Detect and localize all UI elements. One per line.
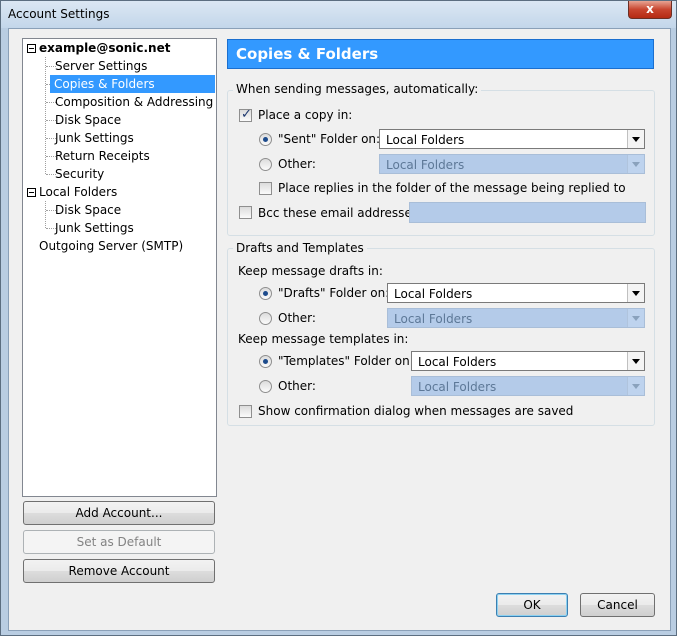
sent-folder-select[interactable]: Local Folders bbox=[379, 129, 645, 149]
remove-account-button[interactable]: Remove Account bbox=[23, 559, 215, 583]
radio-dot-icon bbox=[263, 359, 268, 364]
sent-folder-label: "Sent" Folder on: bbox=[278, 132, 381, 146]
sending-group-title: When sending messages, automatically: bbox=[233, 82, 482, 96]
templates-folder-label: "Templates" Folder on: bbox=[278, 354, 414, 368]
templates-folder-radio[interactable] bbox=[259, 355, 272, 368]
tree-item-account[interactable]: example@sonic.net bbox=[39, 39, 170, 57]
templates-heading: Keep message templates in: bbox=[238, 332, 409, 346]
tree-line bbox=[45, 201, 46, 228]
other-folder-value: Local Folders bbox=[386, 158, 465, 172]
drafts-folder-select[interactable]: Local Folders bbox=[387, 283, 645, 303]
drafts-other-select: Local Folders bbox=[387, 308, 645, 328]
templates-other-value: Local Folders bbox=[418, 380, 497, 394]
close-button[interactable]: x bbox=[628, 1, 672, 19]
tree-item-junk-settings[interactable]: Junk Settings bbox=[55, 129, 134, 147]
templates-other-select: Local Folders bbox=[411, 376, 645, 396]
checkmark-icon: ✓ bbox=[241, 107, 252, 122]
page-title: Copies & Folders bbox=[236, 45, 379, 63]
account-settings-window: Account Settings x example@sonic.net Ser… bbox=[0, 0, 677, 636]
dialog-client-area: example@sonic.net Server Settings Copies… bbox=[8, 28, 671, 631]
chevron-down-icon bbox=[627, 309, 644, 327]
tree-item-smtp[interactable]: Outgoing Server (SMTP) bbox=[39, 237, 183, 255]
place-replies-checkbox[interactable] bbox=[259, 182, 272, 195]
chevron-down-icon bbox=[627, 377, 644, 395]
other-folder-radio[interactable] bbox=[259, 158, 272, 171]
radio-dot-icon bbox=[263, 137, 268, 142]
cancel-button[interactable]: Cancel bbox=[580, 593, 655, 617]
sent-folder-value: Local Folders bbox=[386, 133, 465, 147]
other-folder-select: Local Folders bbox=[379, 154, 645, 174]
set-as-default-button: Set as Default bbox=[23, 530, 215, 554]
other-folder-label: Other: bbox=[278, 157, 316, 171]
tree-item-return-receipts[interactable]: Return Receipts bbox=[55, 147, 150, 165]
templates-other-radio[interactable] bbox=[259, 380, 272, 393]
sent-folder-radio[interactable] bbox=[259, 133, 272, 146]
tree-item-server-settings[interactable]: Server Settings bbox=[55, 57, 147, 75]
chevron-down-icon[interactable] bbox=[627, 284, 644, 302]
bcc-input bbox=[409, 202, 646, 223]
ok-button[interactable]: OK bbox=[496, 593, 568, 617]
drafts-heading: Keep message drafts in: bbox=[238, 264, 383, 278]
tree-item-local-folders[interactable]: Local Folders bbox=[39, 183, 117, 201]
title-bar[interactable]: Account Settings x bbox=[1, 1, 676, 28]
bcc-checkbox[interactable] bbox=[239, 206, 252, 219]
templates-folder-select[interactable]: Local Folders bbox=[411, 351, 645, 371]
tree-item-local-junk-settings[interactable]: Junk Settings bbox=[55, 219, 134, 237]
page-header: Copies & Folders bbox=[227, 39, 654, 69]
place-copy-checkbox[interactable]: ✓ bbox=[239, 107, 252, 122]
drafts-other-radio[interactable] bbox=[259, 312, 272, 325]
chevron-down-icon[interactable] bbox=[627, 352, 644, 370]
show-confirm-checkbox[interactable] bbox=[239, 405, 252, 418]
chevron-down-icon bbox=[627, 155, 644, 173]
templates-other-label: Other: bbox=[278, 379, 316, 393]
collapse-icon[interactable] bbox=[27, 188, 36, 197]
drafts-other-label: Other: bbox=[278, 311, 316, 325]
radio-dot-icon bbox=[263, 291, 268, 296]
drafts-group-title: Drafts and Templates bbox=[233, 241, 367, 255]
place-copy-label: Place a copy in: bbox=[258, 108, 353, 122]
drafts-folder-radio[interactable] bbox=[259, 287, 272, 300]
drafts-folder-label: "Drafts" Folder on: bbox=[278, 286, 390, 300]
add-account-button[interactable]: Add Account... bbox=[23, 501, 215, 525]
tree-item-security[interactable]: Security bbox=[55, 165, 104, 183]
tree-item-local-disk-space[interactable]: Disk Space bbox=[55, 201, 121, 219]
bcc-label: Bcc these email addresses: bbox=[258, 206, 423, 220]
tree-item-composition[interactable]: Composition & Addressing bbox=[55, 93, 213, 111]
show-confirm-label: Show confirmation dialog when messages a… bbox=[258, 404, 574, 418]
drafts-other-value: Local Folders bbox=[394, 312, 473, 326]
tree-item-copies-folders[interactable]: Copies & Folders bbox=[50, 75, 215, 93]
close-icon: x bbox=[646, 2, 654, 16]
drafts-folder-value: Local Folders bbox=[394, 287, 473, 301]
place-replies-label: Place replies in the folder of the messa… bbox=[278, 181, 626, 195]
window-title: Account Settings bbox=[8, 7, 110, 21]
chevron-down-icon[interactable] bbox=[627, 130, 644, 148]
templates-folder-value: Local Folders bbox=[418, 355, 497, 369]
tree-item-disk-space[interactable]: Disk Space bbox=[55, 111, 121, 129]
collapse-icon[interactable] bbox=[27, 44, 36, 53]
account-tree[interactable]: example@sonic.net Server Settings Copies… bbox=[22, 38, 217, 497]
